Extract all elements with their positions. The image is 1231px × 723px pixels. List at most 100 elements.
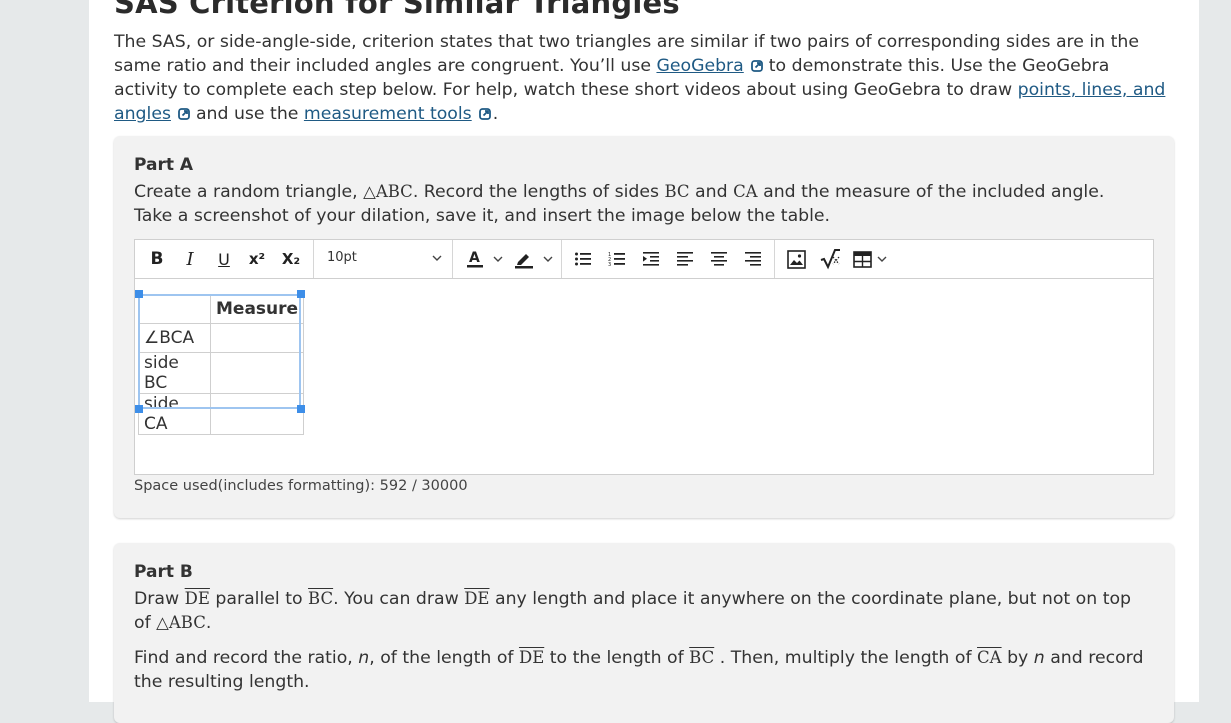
highlight-color-dropdown[interactable] (541, 248, 555, 270)
part-b-text: . You can draw (333, 589, 465, 609)
insert-image-button[interactable] (785, 248, 807, 270)
rich-text-editor[interactable]: B I U x² X₂ 10pt A 1 2 3 Measure ∠BCA si… (134, 239, 1154, 475)
align-right-button[interactable] (743, 248, 763, 270)
table-cell-label[interactable]: ∠BCA (138, 323, 211, 353)
font-size-select[interactable]: 10pt (327, 250, 447, 270)
measurement-tools-link[interactable]: measurement tools (304, 104, 472, 124)
align-center-icon (711, 252, 727, 266)
highlight-color-button[interactable] (513, 248, 535, 270)
part-b-step-2: Find and record the ratio, n, of the len… (134, 646, 1144, 694)
indent-icon (643, 252, 659, 266)
table-row: side CA (138, 393, 305, 435)
resize-handle-top-right[interactable] (297, 290, 305, 298)
italic-button[interactable]: I (180, 248, 200, 270)
ratio-n: n (358, 648, 370, 668)
underline-button[interactable]: U (214, 248, 234, 270)
part-a-text-1: Create a random triangle, (134, 182, 364, 202)
table-row: ∠BCA (138, 323, 305, 353)
bullet-list-icon (575, 252, 591, 266)
indent-button[interactable] (641, 248, 661, 270)
chevron-down-icon (493, 256, 503, 262)
page-title: SAS Criterion for Similar Triangles (114, 0, 680, 20)
part-a-text-2: . Record the lengths of sides (412, 182, 665, 202)
table-icon (852, 250, 872, 268)
segment-de-math: DE (518, 648, 545, 667)
subscript-button[interactable]: X₂ (279, 248, 303, 270)
toolbar-separator (774, 240, 775, 278)
part-b-text: Find and record the ratio, (134, 648, 359, 668)
part-a-prompt: Create a random triangle, △ABC. Record t… (134, 180, 1144, 228)
toolbar-separator (452, 240, 453, 278)
part-a-title: Part A (134, 155, 194, 175)
editor-content-area[interactable]: Measure ∠BCA side BC side CA (135, 280, 1153, 474)
segment-de-math: DE (464, 589, 490, 608)
intro-text-3: and use the (195, 104, 304, 124)
chevron-down-icon (877, 256, 887, 262)
table-cell-value[interactable] (209, 323, 305, 353)
part-a-card: Part A Create a random triangle, △ABC. R… (114, 136, 1174, 518)
triangle-abc-math: △ABC (363, 182, 413, 201)
bold-button[interactable]: B (147, 248, 167, 270)
segment-ca-math: CA (977, 648, 1002, 667)
align-center-button[interactable] (709, 248, 729, 270)
part-b-text: . (205, 613, 212, 633)
table-cell-value[interactable] (209, 393, 305, 435)
segment-bc-math: BC (689, 648, 715, 667)
insert-table-button[interactable] (851, 248, 873, 270)
external-link-icon (478, 108, 491, 120)
part-b-card: Part B Draw DE parallel to BC. You can d… (114, 543, 1174, 723)
table-cell-label[interactable]: side CA (138, 393, 211, 435)
part-b-title: Part B (134, 562, 193, 582)
external-link-icon (178, 108, 190, 120)
superscript-button[interactable]: x² (245, 248, 269, 270)
table-row: side BC (138, 352, 305, 394)
numbered-list-button[interactable]: 123 (607, 248, 627, 270)
numbered-list-icon: 123 (608, 252, 625, 267)
segment-de-math: DE (184, 589, 210, 608)
insert-table-dropdown[interactable] (876, 248, 888, 270)
table-cell-value[interactable] (209, 352, 305, 394)
part-b-text: to the length of (544, 648, 690, 668)
resize-handle-bottom-left[interactable] (135, 405, 143, 413)
measure-table[interactable]: Measure ∠BCA side BC side CA (138, 294, 305, 435)
part-b-text: , of the length of (369, 648, 519, 668)
insert-equation-button[interactable] (818, 248, 842, 270)
toolbar-separator (313, 240, 314, 278)
part-b-step-1: Draw DE parallel to BC. You can draw DE … (134, 587, 1144, 635)
segment-bc-math: BC (308, 589, 334, 608)
text-color-dropdown[interactable] (491, 248, 505, 270)
svg-text:A: A (469, 250, 480, 266)
resize-handle-top-left[interactable] (135, 290, 143, 298)
intro-paragraph: The SAS, or side-angle-side, criterion s… (114, 30, 1174, 126)
align-left-icon (677, 252, 693, 266)
table-header-measure[interactable]: Measure (209, 294, 305, 324)
align-left-button[interactable] (675, 248, 695, 270)
text-color-button[interactable]: A (465, 248, 485, 270)
measure-table-wrapper: Measure ∠BCA side BC side CA (138, 294, 305, 435)
part-b-text: by (1001, 648, 1034, 668)
resize-handle-bottom-right[interactable] (297, 405, 305, 413)
svg-text:3: 3 (608, 262, 611, 267)
toolbar-separator (561, 240, 562, 278)
part-b-text: . Then, multiply the length of (714, 648, 978, 668)
geogebra-link[interactable]: GeoGebra (656, 56, 743, 76)
page: SAS Criterion for Similar Triangles The … (89, 0, 1199, 723)
side-ca-math: CA (733, 182, 758, 201)
align-right-icon (745, 252, 761, 266)
bullet-list-button[interactable] (573, 248, 593, 270)
table-header-row: Measure (138, 294, 305, 324)
table-header-cell[interactable] (138, 294, 211, 324)
image-icon (786, 249, 806, 269)
table-cell-label[interactable]: side BC (138, 352, 211, 394)
highlighter-icon (515, 254, 533, 269)
ratio-n: n (1033, 648, 1045, 668)
part-a-text-3: and (689, 182, 734, 202)
font-size-value: 10pt (327, 250, 357, 265)
square-root-icon (820, 249, 840, 270)
external-link-icon (750, 60, 763, 72)
intro-text-4: . (492, 104, 499, 124)
editor-toolbar: B I U x² X₂ 10pt A 1 2 3 (135, 240, 1153, 279)
chevron-down-icon (432, 255, 442, 261)
side-bc-math: BC (664, 182, 690, 201)
part-b-text: Draw (134, 589, 185, 609)
